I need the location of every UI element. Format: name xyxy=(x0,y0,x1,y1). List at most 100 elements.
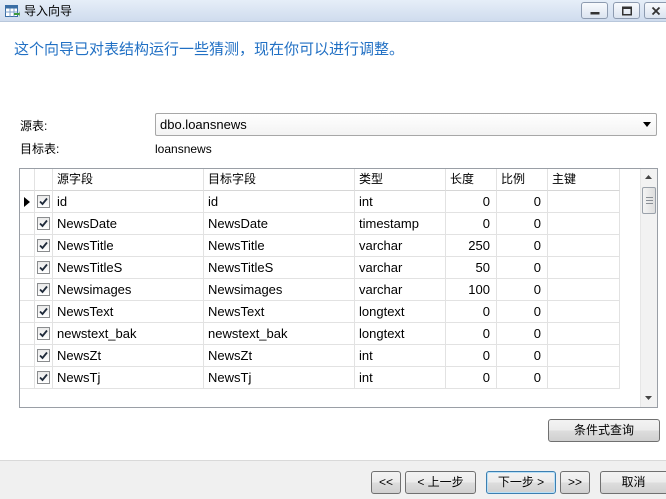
target-field-cell[interactable]: NewsDate xyxy=(204,213,355,235)
row-checkbox[interactable] xyxy=(37,261,50,274)
table-row[interactable]: newstext_bak newstext_bak longtext 0 0 xyxy=(20,323,620,345)
column-header-length[interactable]: 长度 xyxy=(446,169,497,191)
scale-cell[interactable]: 0 xyxy=(497,367,548,389)
primary-key-cell[interactable] xyxy=(548,345,620,367)
primary-key-cell[interactable] xyxy=(548,301,620,323)
scale-cell[interactable]: 0 xyxy=(497,235,548,257)
table-row[interactable]: Newsimages Newsimages varchar 100 0 xyxy=(20,279,620,301)
type-cell[interactable]: int xyxy=(355,345,446,367)
primary-key-cell[interactable] xyxy=(548,191,620,213)
row-checkbox[interactable] xyxy=(37,217,50,230)
column-header-primary-key[interactable]: 主键 xyxy=(548,169,620,191)
table-row[interactable]: NewsTitle NewsTitle varchar 250 0 xyxy=(20,235,620,257)
table-row[interactable]: NewsTj NewsTj int 0 0 xyxy=(20,367,620,389)
scale-cell[interactable]: 0 xyxy=(497,345,548,367)
scale-cell[interactable]: 0 xyxy=(497,191,548,213)
target-field-cell[interactable]: NewsZt xyxy=(204,345,355,367)
scale-cell[interactable]: 0 xyxy=(497,257,548,279)
length-cell[interactable]: 0 xyxy=(446,191,497,213)
length-cell[interactable]: 100 xyxy=(446,279,497,301)
type-cell[interactable]: int xyxy=(355,191,446,213)
minimize-button[interactable] xyxy=(581,2,608,19)
type-cell[interactable]: longtext xyxy=(355,301,446,323)
column-header-type[interactable]: 类型 xyxy=(355,169,446,191)
row-checkbox[interactable] xyxy=(37,239,50,252)
maximize-button[interactable] xyxy=(613,2,640,19)
type-cell[interactable]: longtext xyxy=(355,323,446,345)
title-bar[interactable]: 导入向导 xyxy=(0,0,666,22)
type-cell[interactable]: int xyxy=(355,367,446,389)
type-cell[interactable]: varchar xyxy=(355,279,446,301)
cancel-button[interactable]: 取消 xyxy=(600,471,666,494)
scroll-down-button[interactable] xyxy=(641,390,657,407)
row-checkbox[interactable] xyxy=(37,327,50,340)
row-indicator[interactable] xyxy=(20,191,35,213)
source-field-cell[interactable]: newstext_bak xyxy=(53,323,204,345)
row-indicator[interactable] xyxy=(20,323,35,345)
length-cell[interactable]: 50 xyxy=(446,257,497,279)
source-field-cell[interactable]: NewsZt xyxy=(53,345,204,367)
row-checkbox[interactable] xyxy=(37,195,50,208)
row-checkbox[interactable] xyxy=(37,349,50,362)
close-button[interactable] xyxy=(644,2,666,19)
scroll-up-button[interactable] xyxy=(641,169,657,186)
row-checkbox[interactable] xyxy=(37,371,50,384)
table-row[interactable]: NewsTitleS NewsTitleS varchar 50 0 xyxy=(20,257,620,279)
scale-cell[interactable]: 0 xyxy=(497,301,548,323)
type-cell[interactable]: varchar xyxy=(355,235,446,257)
row-indicator[interactable] xyxy=(20,279,35,301)
column-header-scale[interactable]: 比例 xyxy=(497,169,548,191)
target-field-cell[interactable]: newstext_bak xyxy=(204,323,355,345)
primary-key-cell[interactable] xyxy=(548,367,620,389)
source-field-cell[interactable]: NewsTitle xyxy=(53,235,204,257)
length-cell[interactable]: 0 xyxy=(446,301,497,323)
next-button[interactable]: 下一步 > xyxy=(486,471,556,494)
type-cell[interactable]: timestamp xyxy=(355,213,446,235)
length-cell[interactable]: 0 xyxy=(446,213,497,235)
source-field-cell[interactable]: NewsDate xyxy=(53,213,204,235)
target-field-cell[interactable]: NewsTj xyxy=(204,367,355,389)
target-field-cell[interactable]: id xyxy=(204,191,355,213)
primary-key-cell[interactable] xyxy=(548,323,620,345)
column-header-target-field[interactable]: 目标字段 xyxy=(204,169,355,191)
target-field-cell[interactable]: Newsimages xyxy=(204,279,355,301)
type-cell[interactable]: varchar xyxy=(355,257,446,279)
source-field-cell[interactable]: NewsTitleS xyxy=(53,257,204,279)
primary-key-cell[interactable] xyxy=(548,279,620,301)
row-indicator[interactable] xyxy=(20,367,35,389)
back-button[interactable]: < 上一步 xyxy=(405,471,476,494)
row-checkbox[interactable] xyxy=(37,283,50,296)
source-field-cell[interactable]: id xyxy=(53,191,204,213)
scale-cell[interactable]: 0 xyxy=(497,323,548,345)
row-indicator[interactable] xyxy=(20,213,35,235)
row-indicator[interactable] xyxy=(20,235,35,257)
target-field-cell[interactable]: NewsTitleS xyxy=(204,257,355,279)
source-field-cell[interactable]: NewsTj xyxy=(53,367,204,389)
vertical-scrollbar[interactable] xyxy=(640,169,657,407)
table-row[interactable]: NewsZt NewsZt int 0 0 xyxy=(20,345,620,367)
last-step-button[interactable]: >> xyxy=(560,471,590,494)
length-cell[interactable]: 0 xyxy=(446,345,497,367)
target-field-cell[interactable]: NewsText xyxy=(204,301,355,323)
target-field-cell[interactable]: NewsTitle xyxy=(204,235,355,257)
row-indicator[interactable] xyxy=(20,257,35,279)
primary-key-cell[interactable] xyxy=(548,235,620,257)
length-cell[interactable]: 0 xyxy=(446,367,497,389)
condition-query-button[interactable]: 条件式查询 xyxy=(548,419,660,442)
primary-key-cell[interactable] xyxy=(548,213,620,235)
primary-key-cell[interactable] xyxy=(548,257,620,279)
table-row[interactable]: id id int 0 0 xyxy=(20,191,620,213)
table-row[interactable]: NewsDate NewsDate timestamp 0 0 xyxy=(20,213,620,235)
source-table-dropdown[interactable]: dbo.loansnews xyxy=(155,113,657,136)
scale-cell[interactable]: 0 xyxy=(497,213,548,235)
length-cell[interactable]: 0 xyxy=(446,323,497,345)
table-row[interactable]: NewsText NewsText longtext 0 0 xyxy=(20,301,620,323)
source-field-cell[interactable]: Newsimages xyxy=(53,279,204,301)
field-mapping-grid[interactable]: 源字段 目标字段 类型 长度 比例 主键 id id int 0 0 NewsDate Ne… xyxy=(19,168,658,408)
first-step-button[interactable]: << xyxy=(371,471,401,494)
row-indicator[interactable] xyxy=(20,301,35,323)
column-header-source-field[interactable]: 源字段 xyxy=(53,169,204,191)
scroll-thumb[interactable] xyxy=(642,187,656,214)
scale-cell[interactable]: 0 xyxy=(497,279,548,301)
row-indicator[interactable] xyxy=(20,345,35,367)
